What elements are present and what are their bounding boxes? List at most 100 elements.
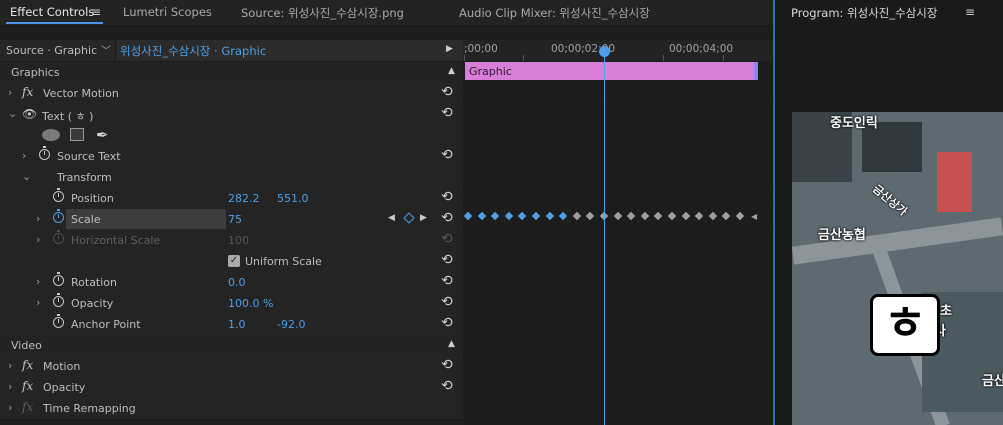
expand-arrow-icon[interactable]: › <box>8 401 12 414</box>
keyframe-marker[interactable] <box>531 211 541 221</box>
map-label: 초 <box>940 304 952 319</box>
previous-keyframe-icon[interactable]: ◀ <box>388 213 395 223</box>
scale-value[interactable]: 75 <box>228 213 242 226</box>
keyframe-marker[interactable] <box>613 211 622 221</box>
expand-arrow-icon[interactable]: › <box>8 86 12 99</box>
expand-arrow-icon[interactable]: › <box>8 380 12 393</box>
rectangle-mask-icon[interactable] <box>70 128 84 141</box>
reset-icon[interactable]: ⟲ <box>441 105 453 121</box>
reset-icon[interactable]: ⟲ <box>441 294 453 310</box>
position-y-value[interactable]: 551.0 <box>277 192 309 205</box>
reset-icon[interactable]: ⟲ <box>441 84 453 100</box>
stopwatch-icon[interactable] <box>39 146 50 160</box>
stopwatch-icon[interactable] <box>53 209 64 223</box>
keyframe-marker[interactable] <box>654 211 663 221</box>
reset-icon[interactable]: ⟲ <box>441 378 453 394</box>
rotation-value[interactable]: 0.0 <box>228 276 246 289</box>
keyframe-marker[interactable] <box>463 211 473 221</box>
effect-motion[interactable]: › fx Motion ⟲ <box>0 356 463 378</box>
keyframe-marker[interactable] <box>558 211 568 221</box>
keyframe-marker[interactable] <box>681 211 690 221</box>
time-ruler[interactable]: ;00;00 00;00;02;00 00;00;04;00 <box>463 40 773 61</box>
next-keyframe-icon[interactable]: ▶ <box>420 213 427 223</box>
keyframe-marker[interactable] <box>504 211 514 221</box>
effect-opacity[interactable]: › fx Opacity ⟲ <box>0 377 463 399</box>
panel-menu-icon[interactable]: ≡ <box>965 5 975 19</box>
ellipse-mask-icon[interactable] <box>42 129 60 141</box>
reset-icon[interactable]: ⟲ <box>441 210 453 226</box>
collapse-arrow-icon[interactable]: ⌄ <box>8 107 17 120</box>
reset-icon[interactable]: ⟲ <box>441 252 453 268</box>
section-video[interactable]: Video ▲ <box>0 335 463 357</box>
effect-timeline[interactable]: ;00;00 00;00;02;00 00;00;04;00 Graphic ◀ <box>463 40 773 425</box>
expand-arrow-icon[interactable]: › <box>36 233 40 246</box>
graphic-clip-bar[interactable]: Graphic <box>465 62 758 80</box>
tab-effect-controls[interactable]: Effect Controls <box>10 5 94 19</box>
program-video-frame[interactable]: 중도인릭 금산농협 금산상가 초 사 금산 ㅎ <box>792 112 1003 425</box>
expand-arrow-icon[interactable]: › <box>36 296 40 309</box>
effect-text-layer[interactable]: ⌄ 👁 Text ( ㅎ ) ⟲ <box>0 104 463 126</box>
clip-end-marker[interactable] <box>754 62 758 80</box>
reset-icon[interactable]: ⟲ <box>441 315 453 331</box>
expand-arrow-icon[interactable]: › <box>8 359 12 372</box>
add-keyframe-icon[interactable] <box>403 212 415 224</box>
panel-menu-icon[interactable]: ≡ <box>91 5 101 19</box>
reset-icon[interactable]: ⟲ <box>441 147 453 163</box>
property-scale: › Scale 75 ◀ ▶ ⟲ <box>0 209 463 231</box>
source-selector[interactable]: Source · Graphic ﹀ <box>0 40 116 61</box>
expand-arrow-icon[interactable]: › <box>22 149 26 162</box>
keyframe-marker[interactable] <box>735 211 745 221</box>
effect-vector-motion[interactable]: › fx Vector Motion ⟲ <box>0 83 463 105</box>
fx-icon[interactable]: fx <box>22 379 33 393</box>
section-video-label: Video <box>11 339 42 352</box>
eye-icon[interactable]: 👁 <box>22 107 37 121</box>
fx-icon[interactable]: fx <box>22 358 33 372</box>
text-overlay-graphic[interactable]: ㅎ <box>870 294 940 356</box>
playhead-handle[interactable] <box>599 46 610 57</box>
group-transform[interactable]: ⌄ Transform <box>0 167 463 189</box>
keyframe-marker[interactable] <box>545 211 554 221</box>
keyframe-marker[interactable] <box>490 211 500 221</box>
anchor-x-value[interactable]: 1.0 <box>228 318 246 331</box>
property-label: Horizontal Scale <box>71 234 161 247</box>
collapse-up-icon[interactable]: ▲ <box>448 66 455 76</box>
opacity-value[interactable]: 100.0 % <box>228 297 273 310</box>
stopwatch-icon[interactable] <box>53 188 64 202</box>
reset-icon[interactable]: ⟲ <box>441 273 453 289</box>
anchor-y-value[interactable]: -92.0 <box>277 318 305 331</box>
source-clip-name[interactable]: 위성사진_수삼시장 · Graphic <box>120 43 266 59</box>
keyframe-marker[interactable] <box>572 211 582 221</box>
reset-icon[interactable]: ⟲ <box>441 189 453 205</box>
keyframe-marker[interactable] <box>586 211 595 221</box>
keyframe-marker[interactable] <box>722 211 731 221</box>
uniform-scale-checkbox[interactable]: ✓ <box>228 255 240 267</box>
tab-audio-clip-mixer[interactable]: Audio Clip Mixer: 위성사진_수삼시장 <box>459 5 650 21</box>
keyframe-marker[interactable] <box>626 211 636 221</box>
program-title[interactable]: Program: 위성사진_수삼시장 <box>791 5 937 21</box>
section-graphics[interactable]: Graphics ▲ <box>0 62 463 84</box>
position-x-value[interactable]: 282.2 <box>228 192 260 205</box>
collapse-arrow-icon[interactable]: ⌄ <box>22 170 31 183</box>
keyframe-marker[interactable] <box>708 211 718 221</box>
expand-arrow-icon[interactable]: › <box>36 212 40 225</box>
stopwatch-icon[interactable] <box>53 314 64 328</box>
pen-mask-icon[interactable]: ✒ <box>96 126 109 144</box>
playhead-line[interactable] <box>604 51 605 425</box>
tab-lumetri-scopes[interactable]: Lumetri Scopes <box>123 5 212 19</box>
keyframe-marker[interactable] <box>518 211 527 221</box>
play-triangle-icon[interactable]: ▶ <box>446 44 453 54</box>
property-source-text[interactable]: › Source Text ⟲ <box>0 146 463 168</box>
collapse-up-icon[interactable]: ▲ <box>448 339 455 349</box>
stopwatch-icon[interactable] <box>53 272 64 286</box>
tab-source[interactable]: Source: 위성사진_수삼시장.png <box>241 5 404 21</box>
keyframe-marker[interactable] <box>694 211 704 221</box>
expand-arrow-icon[interactable]: › <box>36 275 40 288</box>
effect-time-remapping[interactable]: › fx Time Remapping <box>0 398 463 420</box>
keyframe-marker[interactable] <box>667 211 677 221</box>
keyframe-marker[interactable] <box>477 211 486 221</box>
section-graphics-label: Graphics <box>11 66 60 79</box>
fx-icon[interactable]: fx <box>22 85 33 99</box>
stopwatch-icon[interactable] <box>53 293 64 307</box>
reset-icon[interactable]: ⟲ <box>441 357 453 373</box>
keyframe-marker[interactable] <box>640 211 650 221</box>
